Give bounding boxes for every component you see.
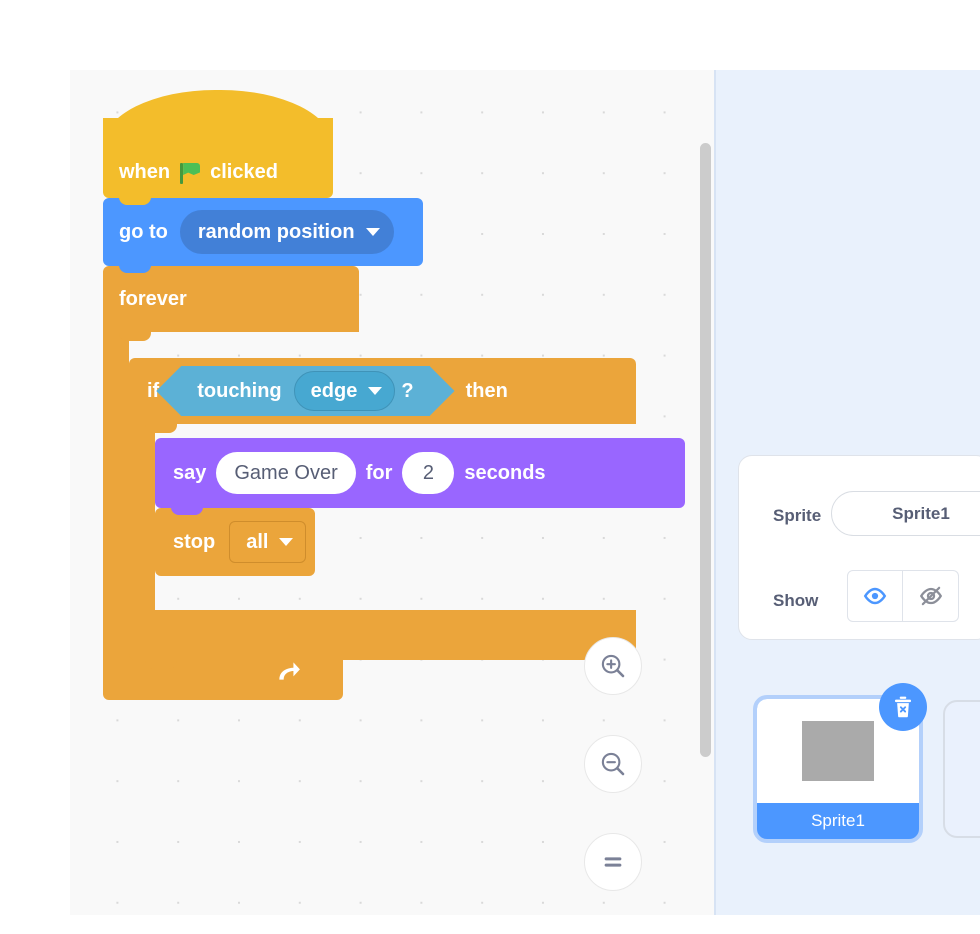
show-hidden-button[interactable] [903, 570, 959, 622]
equals-icon [604, 857, 622, 867]
block-forever-header[interactable]: forever [103, 266, 359, 332]
zoom-out-icon [601, 752, 625, 776]
sprite-info-card: Sprite Sprite1 Show [738, 455, 980, 640]
block-touching[interactable]: touching edge ? [181, 366, 430, 416]
forever-inner-notch [119, 332, 151, 341]
forever-left-column [103, 332, 129, 644]
block-stop[interactable]: stop all [155, 508, 315, 576]
eye-hidden-icon [919, 586, 942, 606]
zoom-reset-button[interactable] [584, 833, 642, 891]
sprite-list-empty-slot[interactable] [943, 700, 980, 838]
eye-visible-icon [863, 587, 887, 605]
sprite-list-item-label: Sprite1 [811, 811, 865, 830]
loop-arrow-icon [279, 662, 300, 680]
touching-question-mark: ? [401, 379, 414, 402]
say-duration-input[interactable]: 2 [402, 452, 455, 494]
block-if-then[interactable]: if touching edge ? then [129, 358, 654, 424]
if-left-column [129, 424, 155, 610]
zoom-in-button[interactable] [584, 637, 642, 695]
touching-label: touching [197, 379, 282, 402]
zoom-out-button[interactable] [584, 735, 642, 793]
hat-block-notch [119, 196, 151, 205]
if-footer-notch [145, 660, 177, 669]
green-flag-icon [179, 162, 201, 184]
when-label: when [119, 161, 171, 183]
say-block-notch [171, 506, 203, 515]
block-when-flag-clicked[interactable]: when clicked [103, 118, 333, 198]
stop-label: stop [173, 530, 216, 553]
say-duration-value: 2 [422, 461, 434, 484]
chevron-down-icon [365, 228, 380, 236]
trash-delete-icon [894, 696, 912, 718]
block-say-for-seconds[interactable]: say Game Over for 2 seconds [155, 438, 685, 508]
chevron-down-icon [368, 387, 383, 395]
go-to-label: go to [119, 220, 168, 243]
sprite-delete-button[interactable] [879, 683, 927, 731]
block-go-to[interactable]: go to random position [103, 198, 423, 266]
sprite-name-label: Sprite [773, 506, 822, 525]
touching-target-value: edge [310, 379, 358, 402]
zoom-in-icon [601, 654, 625, 678]
show-label: Show [773, 591, 819, 610]
clicked-label: clicked [210, 161, 278, 183]
touching-target-dropdown[interactable]: edge [293, 371, 396, 411]
go-to-target-value: random position [197, 220, 355, 243]
say-message-input[interactable]: Game Over [216, 452, 356, 494]
if-footer [129, 610, 636, 660]
show-visible-button[interactable] [847, 570, 903, 622]
sprite-name-value: Sprite1 [892, 503, 950, 523]
if-inner-notch [145, 424, 177, 433]
go-to-target-dropdown[interactable]: random position [179, 210, 394, 254]
chevron-down-icon [279, 538, 294, 546]
stop-option-dropdown[interactable]: all [229, 521, 307, 563]
workspace-vertical-scrollbar[interactable] [700, 143, 711, 757]
sprite-name-input[interactable]: Sprite1 [831, 491, 980, 536]
forever-label: forever [119, 287, 187, 310]
sprite-thumbnail-image [802, 721, 874, 781]
say-message-value: Game Over [234, 461, 338, 484]
go-to-block-notch [119, 264, 151, 273]
seconds-label: seconds [464, 461, 546, 484]
say-label: say [173, 461, 207, 484]
for-label: for [365, 461, 393, 484]
then-label: then [465, 379, 508, 402]
stop-option-value: all [246, 530, 269, 553]
